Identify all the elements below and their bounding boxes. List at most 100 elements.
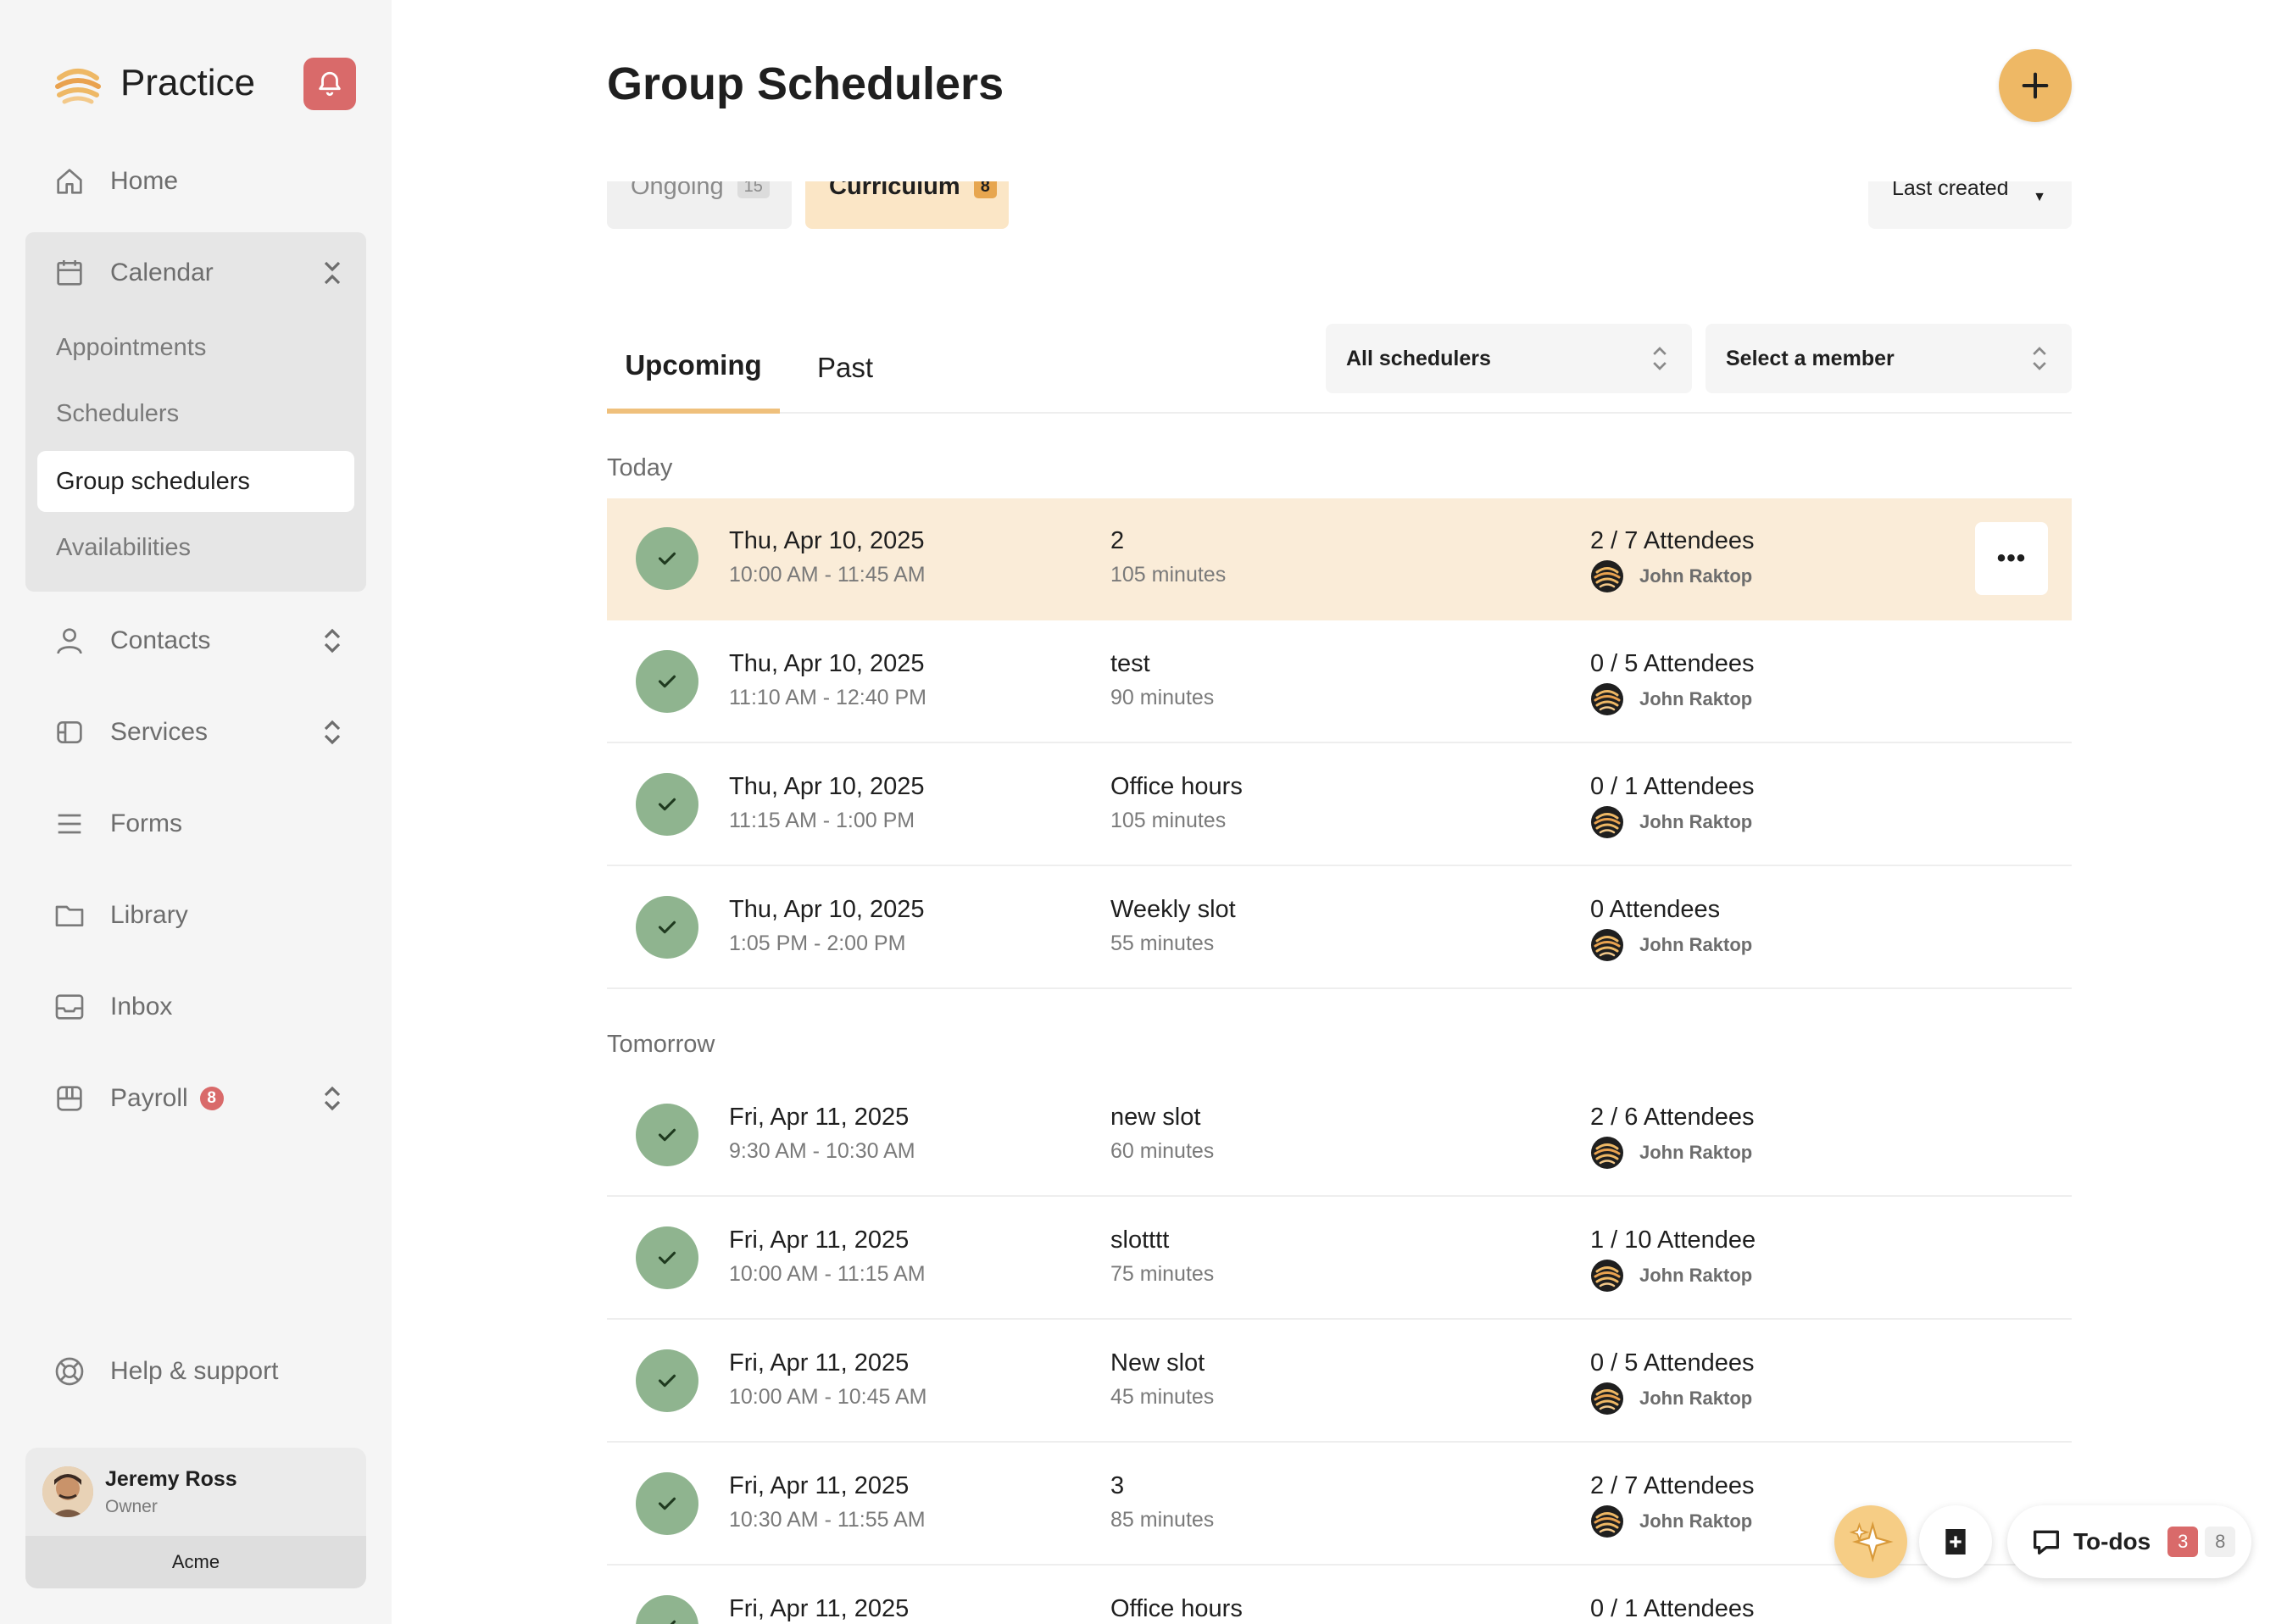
chevron-expand-icon[interactable] [320,627,344,654]
user-org[interactable]: Acme [25,1536,366,1588]
sidebar: Practice Home Calendar Appointments Sche… [0,0,392,1624]
row-name: new slot [1110,1104,1201,1131]
scheduler-row[interactable]: Fri, Apr 11, 2025 Office hours 0 / 1 Atten… [607,1566,2072,1624]
ai-assistant-button[interactable] [1834,1505,1907,1578]
status-check [636,527,698,590]
list-icon [58,814,81,834]
nav-calendar[interactable]: Calendar [25,239,366,307]
section-today-label: Today [607,454,673,481]
check-icon [658,798,676,811]
new-note-button[interactable] [1919,1505,1992,1578]
scheduler-row[interactable]: Thu, Apr 10, 2025 11:10 AM - 12:40 PM test… [607,621,2072,743]
brand[interactable]: Practice [54,58,255,108]
sort-label: Last created [1892,181,2009,200]
filter-ongoing-count: 15 [737,181,770,198]
check-icon [658,1497,676,1510]
row-name: test [1110,650,1150,677]
tab-upcoming[interactable]: Upcoming [607,322,780,414]
todos-count-overdue: 3 [2167,1527,2199,1557]
check-icon [658,552,676,565]
scheduler-select-value: All schedulers [1346,346,1491,370]
nav-forms[interactable]: Forms [25,790,366,858]
scheduler-row[interactable]: Thu, Apr 10, 2025 1:05 PM - 2:00 PM Weekly… [607,867,2072,989]
row-name: 2 [1110,527,1125,554]
row-host: John Raktop [1590,805,1752,839]
status-check [636,896,698,959]
scheduler-row[interactable]: Thu, Apr 10, 2025 11:15 AM - 1:00 PM Offic… [607,744,2072,866]
host-avatar [1591,683,1623,715]
host-avatar [1591,1260,1623,1292]
row-name: Weekly slot [1110,896,1236,923]
row-duration: 90 minutes [1110,686,1215,709]
sparkle-icon [1849,1521,1894,1563]
row-attendees: 2 / 7 Attendees [1590,1472,1755,1499]
nav-schedulers[interactable]: Schedulers [37,383,354,444]
member-select[interactable]: Select a member [1706,324,2072,393]
inbox-icon [55,994,84,1020]
status-check [636,650,698,713]
chevron-expand-icon[interactable] [320,1085,344,1112]
row-host: John Raktop [1590,1504,1752,1538]
row-attendees: 0 / 5 Attendees [1590,650,1755,677]
nav-inbox-label: Inbox [110,993,173,1021]
scheduler-row[interactable]: Fri, Apr 11, 2025 10:00 AM - 10:45 AM New … [607,1321,2072,1443]
row-date: Thu, Apr 10, 2025 [729,527,925,554]
check-icon [658,920,676,934]
note-add-icon [1945,1529,1966,1554]
payroll-icon [57,1086,82,1111]
nav-contacts-label: Contacts [110,626,211,654]
scheduler-row[interactable]: Fri, Apr 11, 2025 9:30 AM - 10:30 AM new s… [607,1075,2072,1197]
check-icon [670,1620,676,1624]
avatar [42,1466,93,1517]
host-avatar [1591,1137,1623,1169]
row-host-name: John Raktop [1639,1142,1753,1163]
row-more-button[interactable]: ••• [1975,522,2048,595]
row-date: Thu, Apr 10, 2025 [729,650,925,677]
filter-curriculum[interactable]: Curriculum 8 [805,181,1009,229]
row-name: Office hours [1110,773,1243,800]
nav-group-schedulers[interactable]: Group schedulers [37,451,354,512]
host-avatar [1591,1505,1623,1538]
chevron-collapse-icon[interactable] [320,259,344,286]
status-check [636,1226,698,1289]
nav-services[interactable]: Services [25,698,366,766]
scheduler-row[interactable]: Fri, Apr 11, 2025 10:00 AM - 11:15 AM slot… [607,1198,2072,1320]
nav-services-label: Services [110,718,209,746]
row-time: 11:10 AM - 12:40 PM [729,686,926,709]
filter-ongoing[interactable]: Ongoing 15 [607,181,792,229]
nav-home[interactable]: Home [25,147,366,215]
row-attendees: 0 / 5 Attendees [1590,1349,1755,1377]
nav-appointments[interactable]: Appointments [37,317,354,378]
nav-inbox[interactable]: Inbox [25,973,366,1041]
user-card[interactable]: Jeremy Ross Owner Acme [25,1448,366,1588]
help-support-link[interactable]: Help & support [53,1354,278,1388]
nav-payroll[interactable]: Payroll 8 [25,1065,366,1132]
host-avatar [1591,1382,1623,1415]
user-name: Jeremy Ross [105,1466,237,1491]
row-attendees: 2 / 7 Attendees [1590,527,1755,554]
nav-contacts[interactable]: Contacts [25,607,366,675]
notifications-button[interactable] [303,58,356,110]
tab-past[interactable]: Past [817,322,873,414]
scheduler-row[interactable]: Thu, Apr 10, 2025 10:00 AM - 11:45 AM 2 105… [607,498,2072,620]
row-date: Fri, Apr 11, 2025 [729,1472,910,1499]
row-date: Thu, Apr 10, 2025 [729,773,925,800]
plus-icon [2022,72,2049,99]
row-name: 3 [1110,1472,1125,1499]
sort-select[interactable]: Last created ▼ [1868,181,2072,229]
nav-availabilities[interactable]: Availabilities [37,517,354,578]
nav-payroll-label: Payroll [110,1084,188,1112]
nav-library[interactable]: Library [25,882,366,949]
add-button[interactable] [1999,49,2072,122]
row-attendees: 0 / 1 Attendees [1590,1595,1755,1622]
status-check [636,1595,698,1624]
row-attendees: 1 / 10 Attendee [1590,1226,1756,1254]
row-host: John Raktop [1590,559,1752,593]
todos-button[interactable]: To-dos 3 8 [2007,1505,2251,1578]
chevron-expand-icon[interactable] [320,719,344,746]
host-avatar [1591,806,1623,838]
user-role: Owner [105,1496,158,1516]
scheduler-select[interactable]: All schedulers [1326,324,1692,393]
chat-bubble-icon [2034,1530,2059,1554]
row-host: John Raktop [1590,1382,1752,1415]
